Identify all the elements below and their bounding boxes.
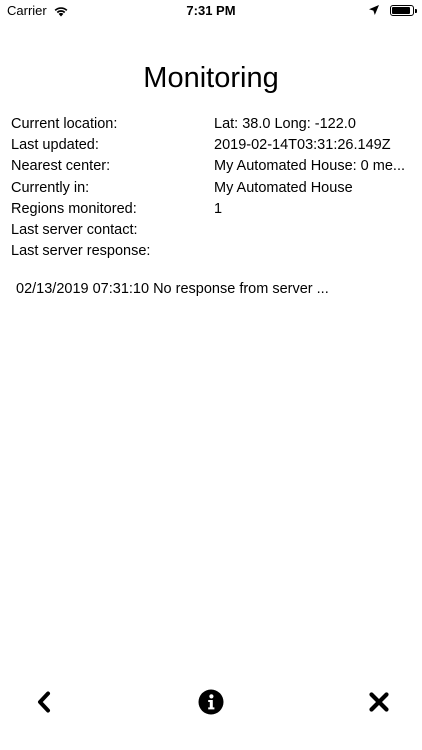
info-label: Current location: [11,115,118,132]
info-row: Regions monitored: 1 [11,198,415,219]
chevron-left-icon [38,691,50,713]
info-row: Currently in: My Automated House [11,177,415,198]
info-table: Current location: Lat: 38.0 Long: -122.0… [11,113,415,262]
info-label: Currently in: [11,179,90,196]
info-label: Nearest center: [11,158,111,175]
info-value: My Automated House [214,179,353,196]
info-label: Regions monitored: [11,200,137,217]
info-value: My Automated House: 0 me... [214,158,406,175]
info-button[interactable] [197,688,225,716]
info-row: Last server contact: [11,219,415,240]
info-row: Current location: Lat: 38.0 Long: -122.0 [11,113,415,134]
info-value: Lat: 38.0 Long: -122.0 [214,115,356,132]
close-button[interactable] [365,688,393,716]
info-label: Last server response: [11,243,151,260]
info-circle-icon [198,689,224,715]
info-label: Last server contact: [11,222,138,239]
info-row: Last updated: 2019-02-14T03:31:26.149Z [11,134,415,155]
back-button[interactable] [30,688,58,716]
log-entry: 02/13/2019 07:31:10 No response from ser… [16,281,329,297]
info-value: 1 [214,200,223,217]
info-row: Last server response: [11,241,415,262]
location-arrow-icon [369,5,379,15]
status-bar: Carrier 7:31 PM [0,0,422,22]
status-right-group [368,4,417,16]
battery-fill [392,6,411,14]
info-label: Last updated: [11,136,99,153]
info-row: Nearest center: My Automated House: 0 me… [11,156,415,177]
info-value: 2019-02-14T03:31:26.149Z [214,136,391,153]
page-title: Monitoring [143,62,279,94]
clock: 7:31 PM [186,3,236,18]
battery-icon [390,4,417,16]
close-x-icon [369,692,389,712]
bottom-toolbar [0,680,422,724]
